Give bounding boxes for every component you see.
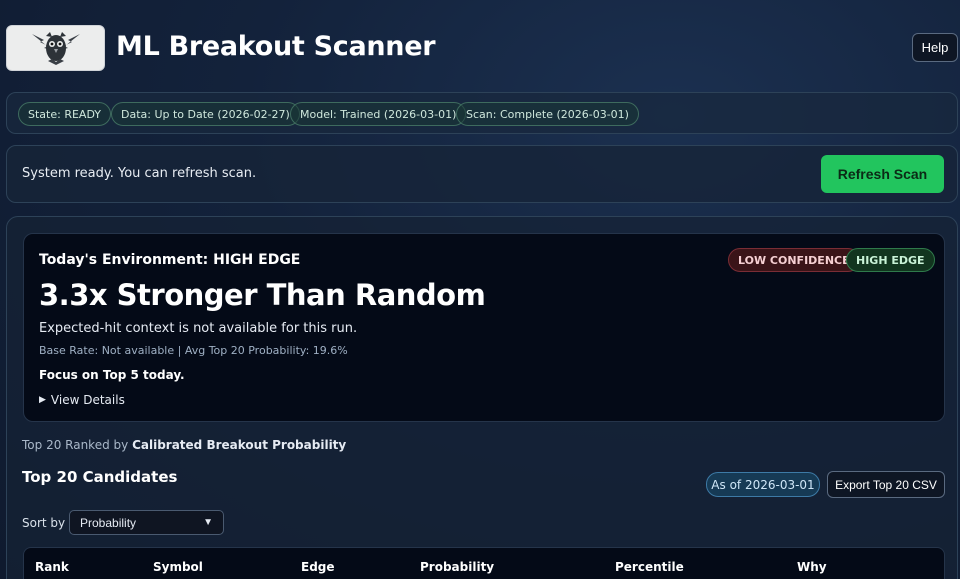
owl-emblem-icon — [31, 32, 80, 65]
base-rate-text: Base Rate: Not available | Avg Top 20 Pr… — [39, 344, 348, 357]
column-header-rank[interactable]: Rank — [35, 560, 69, 574]
column-header-percentile[interactable]: Percentile — [615, 560, 684, 574]
message-bar: System ready. You can refresh scan. Refr… — [6, 145, 958, 203]
environment-title: Today's Environment: HIGH EDGE — [39, 252, 301, 268]
export-csv-button[interactable]: Export Top 20 CSV — [827, 471, 945, 498]
view-details-toggle[interactable]: ▶ View Details — [39, 393, 125, 407]
chevron-down-icon: ▼ — [203, 517, 213, 528]
ranking-prefix: Top 20 Ranked by — [22, 438, 133, 452]
scan-pill: Scan: Complete (2026-03-01) — [456, 102, 639, 126]
state-pill: State: READY — [18, 102, 112, 126]
high-edge-badge: HIGH EDGE — [846, 248, 935, 272]
environment-card: Today's Environment: HIGH EDGE LOW CONFI… — [23, 233, 945, 422]
logo — [6, 25, 105, 71]
header: ML Breakout Scanner Help — [6, 25, 958, 71]
sort-select-value: Probability — [80, 515, 137, 530]
candidates-table: Rank Symbol Edge Probability Percentile … — [23, 547, 945, 579]
edge-headline: 3.3x Stronger Than Random — [39, 278, 486, 312]
model-pill: Model: Trained (2026-03-01) — [290, 102, 467, 126]
main-panel: Today's Environment: HIGH EDGE LOW CONFI… — [6, 216, 958, 579]
column-header-why[interactable]: Why — [797, 560, 827, 574]
status-bar: State: READY Data: Up to Date (2026-02-2… — [6, 92, 958, 134]
context-text: Expected-hit context is not available fo… — [39, 321, 358, 336]
candidates-title: Top 20 Candidates — [22, 468, 178, 486]
sort-select[interactable]: Probability ▼ — [69, 510, 224, 535]
app-title: ML Breakout Scanner — [116, 31, 436, 62]
triangle-right-icon: ▶ — [39, 395, 46, 405]
data-pill: Data: Up to Date (2026-02-27) — [111, 102, 300, 126]
as-of-badge: As of 2026-03-01 — [706, 472, 820, 497]
column-header-edge[interactable]: Edge — [301, 560, 335, 574]
status-message: System ready. You can refresh scan. — [22, 166, 257, 181]
column-header-probability[interactable]: Probability — [420, 560, 494, 574]
view-details-label: View Details — [50, 393, 125, 407]
low-confidence-badge: LOW CONFIDENCE — [728, 248, 860, 272]
ranking-caption: Top 20 Ranked by Calibrated Breakout Pro… — [22, 438, 346, 452]
sort-label: Sort by — [22, 516, 66, 530]
refresh-scan-button[interactable]: Refresh Scan — [821, 155, 944, 193]
column-header-symbol[interactable]: Symbol — [153, 560, 203, 574]
ranking-metric: Calibrated Breakout Probability — [132, 438, 347, 452]
help-button[interactable]: Help — [912, 33, 958, 62]
focus-text: Focus on Top 5 today. — [39, 368, 185, 382]
